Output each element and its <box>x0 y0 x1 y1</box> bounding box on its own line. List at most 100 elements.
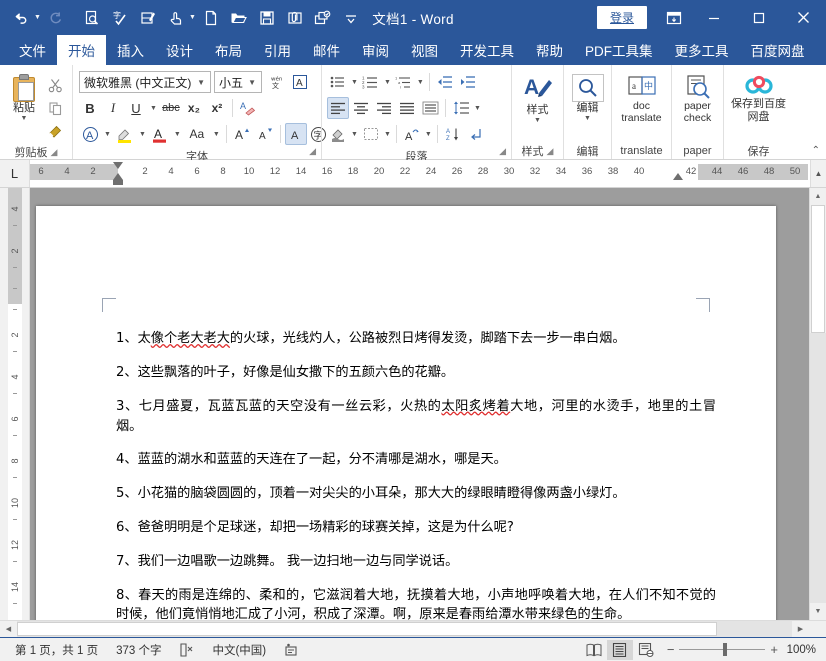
font-size-combo[interactable]: 小五 ▼ <box>214 71 262 93</box>
tab-developer[interactable]: 开发工具 <box>449 35 525 65</box>
underline-button[interactable]: U <box>125 97 147 119</box>
highlight-dropdown-icon[interactable]: ▼ <box>137 131 148 138</box>
tab-layout[interactable]: 布局 <box>204 35 253 65</box>
line-spacing-dropdown-icon[interactable]: ▼ <box>473 105 482 112</box>
paragraph-dialog-launcher[interactable]: ◢ <box>499 146 506 157</box>
character-border-icon[interactable]: A <box>289 71 311 93</box>
superscript-button[interactable]: x² <box>206 97 228 119</box>
hanging-indent-marker[interactable] <box>113 173 123 180</box>
document-body-text[interactable]: 1、太像个老大老大的火球，光线灼人，公路被烈日烤得发烫，脚踏下去一步一串白烟。 … <box>116 316 716 620</box>
numbering-dropdown-icon[interactable]: ▼ <box>383 79 392 86</box>
tab-mailings[interactable]: 邮件 <box>302 35 351 65</box>
font-name-dropdown-icon[interactable]: ▼ <box>194 78 208 87</box>
multilevel-list-icon[interactable]: 1ai <box>393 71 415 93</box>
change-case-dropdown-icon[interactable]: ▼ <box>211 131 222 138</box>
align-left-icon[interactable] <box>327 97 349 119</box>
ribbon-display-options-icon[interactable] <box>657 0 691 35</box>
bullets-dropdown-icon[interactable]: ▼ <box>350 79 359 86</box>
tab-pdf-tools[interactable]: PDF工具集 <box>574 35 664 65</box>
shading-dropdown-icon[interactable]: ▼ <box>350 131 359 138</box>
clear-formatting-icon[interactable]: A <box>237 97 259 119</box>
collapse-ribbon-icon[interactable]: ⌃ <box>812 145 820 156</box>
bold-button[interactable]: B <box>79 97 101 119</box>
editing-dropdown-icon[interactable]: ▼ <box>584 115 591 123</box>
underline-dropdown-icon[interactable]: ▼ <box>148 105 159 112</box>
editing-button[interactable]: 编辑 ▼ <box>568 72 607 125</box>
numbering-icon[interactable]: 123 <box>360 71 382 93</box>
right-indent-marker[interactable] <box>673 173 683 180</box>
borders-dropdown-icon[interactable]: ▼ <box>383 131 392 138</box>
tab-insert[interactable]: 插入 <box>106 35 155 65</box>
document-page[interactable]: 1、太像个老大老大的火球，光线灼人，公路被烈日烤得发烫，脚踏下去一步一串白烟。 … <box>36 206 776 620</box>
print-preview-icon[interactable] <box>79 5 105 31</box>
touch-mode-icon[interactable] <box>163 5 189 31</box>
tab-view[interactable]: 视图 <box>400 35 449 65</box>
align-right-icon[interactable] <box>373 97 395 119</box>
close-button[interactable] <box>781 0 826 35</box>
horizontal-scroll-track[interactable] <box>17 621 792 637</box>
format-painter-button[interactable] <box>44 120 66 142</box>
shading-icon[interactable] <box>327 123 349 145</box>
styles-dialog-launcher[interactable]: ◢ <box>547 146 554 157</box>
maximize-button[interactable] <box>736 0 781 35</box>
font-size-dropdown-icon[interactable]: ▼ <box>245 78 259 87</box>
minimize-button[interactable] <box>691 0 736 35</box>
bullets-icon[interactable] <box>327 71 349 93</box>
tab-more-tools[interactable]: 更多工具 <box>664 35 740 65</box>
font-color-icon[interactable]: A <box>149 123 171 145</box>
font-color-dropdown-icon[interactable]: ▼ <box>172 131 183 138</box>
spell-check-icon[interactable]: 字 <box>107 5 133 31</box>
draw-table-icon[interactable] <box>135 5 161 31</box>
tab-baidu-netdisk[interactable]: 百度网盘 <box>740 35 816 65</box>
tab-references[interactable]: 引用 <box>253 35 302 65</box>
scroll-right-icon[interactable]: ▶ <box>792 621 809 637</box>
styles-button[interactable]: A 样式 ▼ <box>516 72 559 127</box>
new-document-icon[interactable] <box>198 5 224 31</box>
ruler-scroll-up-icon[interactable]: ▲ <box>810 160 826 187</box>
tab-file[interactable]: 文件 <box>8 35 57 65</box>
open-folder-icon[interactable] <box>226 5 252 31</box>
decrease-indent-icon[interactable] <box>434 71 456 93</box>
horizontal-scroll-thumb[interactable] <box>17 622 717 636</box>
tab-design[interactable]: 设计 <box>155 35 204 65</box>
doc-translate-button[interactable]: a中 doc translate <box>616 72 667 126</box>
borders-icon[interactable] <box>360 123 382 145</box>
save-to-netdisk-button[interactable]: 保存到百度网盘 <box>728 72 789 125</box>
tab-tell-me[interactable]: 告诉我 <box>816 35 826 65</box>
text-effects-icon[interactable]: A <box>79 123 101 145</box>
font-dialog-launcher[interactable]: ◢ <box>309 146 316 157</box>
cut-button[interactable] <box>44 74 66 96</box>
paste-dropdown-icon[interactable]: ▼ <box>21 115 28 123</box>
touch-mode-dropdown-icon[interactable]: ▼ <box>189 14 196 21</box>
tab-help[interactable]: 帮助 <box>525 35 574 65</box>
sign-in-button[interactable]: 登录 <box>597 6 647 29</box>
scroll-left-icon[interactable]: ◀ <box>0 621 17 637</box>
shrink-font-icon[interactable]: A <box>254 123 276 145</box>
character-shading-icon[interactable]: A <box>285 123 307 145</box>
font-name-combo[interactable]: 微软雅黑 (中文正文) ▼ <box>79 71 211 93</box>
grow-font-icon[interactable]: A <box>231 123 253 145</box>
text-effects-dropdown-icon[interactable]: ▼ <box>102 131 113 138</box>
subscript-button[interactable]: x₂ <box>183 97 205 119</box>
asian-layout-dropdown-icon[interactable]: ▼ <box>424 131 433 138</box>
clipboard-dialog-launcher[interactable]: ◢ <box>51 147 58 158</box>
undo-icon[interactable] <box>8 5 34 31</box>
scroll-up-icon[interactable]: ▲ <box>810 188 826 205</box>
strikethrough-button[interactable]: abc <box>160 97 182 119</box>
line-spacing-icon[interactable] <box>450 97 472 119</box>
increase-indent-icon[interactable] <box>457 71 479 93</box>
show-marks-icon[interactable] <box>465 123 487 145</box>
first-line-indent-marker[interactable] <box>113 162 123 169</box>
send-icon[interactable] <box>310 5 336 31</box>
left-indent-marker[interactable] <box>113 180 123 185</box>
vertical-ruler[interactable]: 4 2 2 4 6 8 10 12 14 <box>0 188 30 620</box>
ruler-track-horizontal[interactable]: 6 4 2 2 4 6 8 10 12 14 16 18 20 22 24 26… <box>30 160 810 187</box>
change-case-button[interactable]: Aa <box>184 123 210 145</box>
tab-home[interactable]: 开始 <box>57 35 106 65</box>
sort-icon[interactable]: AZ <box>442 123 464 145</box>
paper-check-button[interactable]: paper check <box>676 72 719 126</box>
italic-button[interactable]: I <box>102 97 124 119</box>
distribute-icon[interactable] <box>419 97 441 119</box>
styles-dropdown-icon[interactable]: ▼ <box>534 117 541 125</box>
multilevel-dropdown-icon[interactable]: ▼ <box>416 79 425 86</box>
